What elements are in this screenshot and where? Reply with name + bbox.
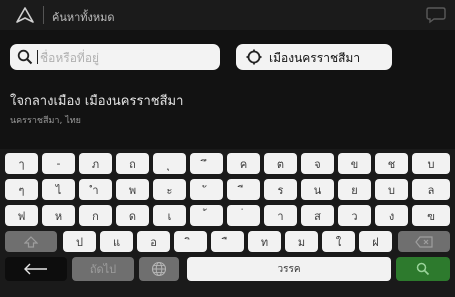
shift-key[interactable] xyxy=(5,231,57,252)
result-title: ใจกลางเมือง เมืองนครราชสีมา xyxy=(10,94,184,109)
key[interactable]: ฝ xyxy=(359,231,392,252)
crosshair-icon xyxy=(246,49,262,65)
search-placeholder: ชื่อหรือที่อยู่ xyxy=(40,51,100,65)
key[interactable]: แ xyxy=(100,231,133,252)
search-icon xyxy=(17,49,33,65)
key[interactable]: จ xyxy=(301,153,334,174)
result-subtitle: นครราชสีมา, ไทย xyxy=(10,116,81,126)
on-screen-keyboard: ๅ - ภ ถ ุ ึ ค ต จ ข ช บ ๆ ไ ำ พ ะ ั ี ร … xyxy=(0,149,455,297)
key[interactable]: - xyxy=(42,153,75,174)
shift-icon xyxy=(24,235,38,248)
key[interactable]: บ xyxy=(375,179,408,200)
key[interactable]: ื xyxy=(211,231,244,252)
backspace-icon xyxy=(415,235,433,248)
title-separator xyxy=(43,6,44,24)
key[interactable]: ร xyxy=(264,179,297,200)
key[interactable]: ค xyxy=(227,153,260,174)
key[interactable]: เ xyxy=(153,205,186,226)
key[interactable]: ิ xyxy=(174,231,207,252)
text-caret xyxy=(37,50,38,64)
key[interactable]: ป xyxy=(63,231,96,252)
key[interactable]: น xyxy=(301,179,334,200)
key[interactable]: ช xyxy=(375,153,408,174)
key[interactable]: ก xyxy=(79,205,112,226)
key[interactable]: ี xyxy=(227,179,260,200)
speech-bubble-icon[interactable] xyxy=(426,6,446,24)
key[interactable]: ะ xyxy=(153,179,186,200)
key[interactable]: ึ xyxy=(190,153,223,174)
search-result-item[interactable]: ใจกลางเมือง เมืองนครราชสีมา นครราชสีมา, … xyxy=(10,90,183,127)
key[interactable]: ด xyxy=(116,205,149,226)
search-key[interactable] xyxy=(396,257,450,281)
key[interactable]: อ xyxy=(137,231,170,252)
language-button[interactable] xyxy=(139,257,179,281)
key[interactable]: ต xyxy=(264,153,297,174)
key[interactable]: ุ xyxy=(153,153,186,174)
back-button[interactable] xyxy=(5,257,67,281)
key[interactable]: ่ xyxy=(227,205,260,226)
key[interactable]: ข xyxy=(338,153,371,174)
navigation-arrow-icon[interactable] xyxy=(16,7,34,23)
title-bar: ค้นหาทั้งหมด xyxy=(0,0,455,30)
key[interactable]: ท xyxy=(248,231,281,252)
key[interactable]: ส xyxy=(301,205,334,226)
key[interactable]: ำ xyxy=(79,179,112,200)
key[interactable]: ล xyxy=(412,179,450,200)
key[interactable]: ว xyxy=(338,205,371,226)
key[interactable]: ๅ xyxy=(5,153,38,174)
city-selector-label: เมืองนครราชสีมา xyxy=(269,51,361,65)
search-icon xyxy=(416,262,430,276)
key[interactable]: ๆ xyxy=(5,179,38,200)
city-selector-button[interactable]: เมืองนครราชสีมา xyxy=(236,44,392,70)
globe-icon xyxy=(151,261,167,277)
key[interactable]: ย xyxy=(338,179,371,200)
key[interactable]: ภ xyxy=(79,153,112,174)
key[interactable]: ฃ xyxy=(412,205,450,226)
space-bar[interactable]: วรรค xyxy=(187,257,391,281)
key[interactable]: ้ xyxy=(190,205,223,226)
key[interactable]: ไ xyxy=(42,179,75,200)
key[interactable]: ง xyxy=(375,205,408,226)
key[interactable]: บ xyxy=(412,153,450,174)
key[interactable]: า xyxy=(264,205,297,226)
page-title: ค้นหาทั้งหมด xyxy=(52,11,115,24)
back-arrow-icon xyxy=(24,263,47,275)
next-button[interactable]: ถัดไป xyxy=(72,257,134,281)
key[interactable]: ฟ xyxy=(5,205,38,226)
key[interactable]: ถ xyxy=(116,153,149,174)
key[interactable]: ใ xyxy=(322,231,355,252)
key[interactable]: ั xyxy=(190,179,223,200)
delete-key[interactable] xyxy=(398,231,450,252)
key[interactable]: ห xyxy=(42,205,75,226)
key[interactable]: ม xyxy=(285,231,318,252)
search-input[interactable]: ชื่อหรือที่อยู่ xyxy=(10,44,220,70)
key[interactable]: พ xyxy=(116,179,149,200)
